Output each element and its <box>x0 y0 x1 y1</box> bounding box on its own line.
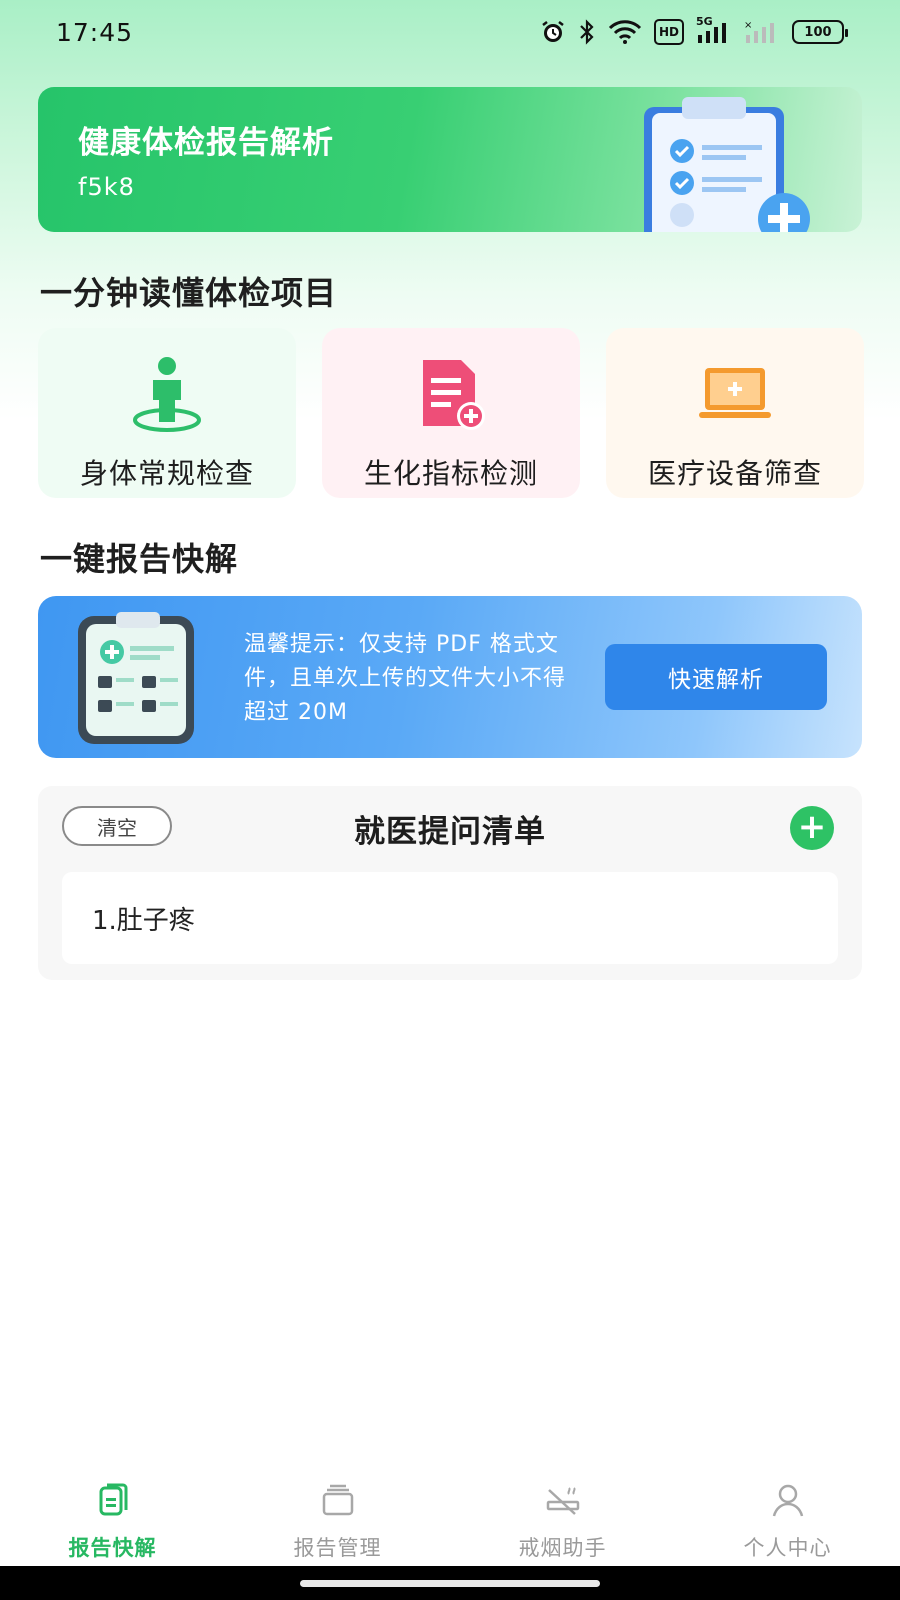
battery-indicator: 100 <box>792 20 848 44</box>
network-type-label: 5G <box>696 15 713 28</box>
question-list-item[interactable]: 1.肚子疼 <box>62 872 838 964</box>
alarm-icon <box>540 19 566 45</box>
report-section-title: 一键报告快解 <box>40 540 239 578</box>
bottom-navigation: 报告快解 报告管理 戒烟助手 个人中心 <box>0 1462 900 1566</box>
nav-item-report-quick[interactable]: 报告快解 <box>0 1462 225 1566</box>
nav-label: 个人中心 <box>743 1536 832 1560</box>
signal-icon: × <box>744 19 780 45</box>
exam-section-title: 一分钟读懂体检项目 <box>40 274 338 312</box>
category-card-body-check[interactable]: 身体常规检查 <box>38 328 296 498</box>
signal-5g-icon: 5G <box>696 15 732 45</box>
nav-item-quit-smoking[interactable]: 戒烟助手 <box>450 1462 675 1566</box>
nav-item-report-manage[interactable]: 报告管理 <box>225 1462 450 1566</box>
question-list-title: 就医提问清单 <box>354 814 546 850</box>
upload-tip-text: 温馨提示：仅支持 PDF 格式文件，且单次上传的文件大小不得超过 20M <box>244 632 567 725</box>
hero-subtitle: f5k8 <box>78 173 135 201</box>
upload-banner: 温馨提示：仅支持 PDF 格式文件，且单次上传的文件大小不得超过 20M 快速解… <box>38 596 862 758</box>
nav-label: 报告快解 <box>68 1536 157 1560</box>
nav-label: 戒烟助手 <box>518 1536 607 1560</box>
wifi-icon <box>608 19 642 45</box>
hd-icon: HD <box>653 19 684 45</box>
home-indicator[interactable] <box>300 1580 600 1587</box>
folder-icon <box>322 1484 353 1516</box>
report-icon <box>99 1483 127 1516</box>
category-label: 医疗设备筛查 <box>647 457 822 490</box>
hero-banner: 健康体检报告解析 f5k8 <box>38 87 862 232</box>
category-label: 身体常规检查 <box>79 457 254 490</box>
category-label: 生化指标检测 <box>363 457 538 490</box>
person-icon <box>133 357 201 432</box>
hero-title: 健康体检报告解析 <box>78 125 334 161</box>
user-icon <box>772 1484 803 1517</box>
no-smoking-icon <box>546 1487 579 1515</box>
tablet-report-illustration <box>78 612 194 744</box>
laptop-plus-icon <box>699 368 771 418</box>
document-plus-icon <box>423 360 485 430</box>
bluetooth-icon <box>578 19 596 45</box>
clipboard-illustration <box>644 97 810 232</box>
svg-text:×: × <box>744 20 752 31</box>
nav-label: 报告管理 <box>293 1536 382 1560</box>
nav-item-profile[interactable]: 个人中心 <box>675 1462 900 1566</box>
category-card-device[interactable]: 医疗设备筛查 <box>606 328 864 498</box>
category-card-biochem[interactable]: 生化指标检测 <box>322 328 580 498</box>
quick-parse-button[interactable]: 快速解析 <box>605 644 827 710</box>
status-time: 17:45 <box>56 17 134 47</box>
status-bar: 17:45 HD 5G × 100 <box>0 0 900 64</box>
question-list-card: 清空 就医提问清单 + 1.肚子疼 <box>38 786 862 980</box>
add-question-button[interactable]: + <box>790 806 834 850</box>
status-icons: HD 5G × 100 <box>540 15 848 45</box>
